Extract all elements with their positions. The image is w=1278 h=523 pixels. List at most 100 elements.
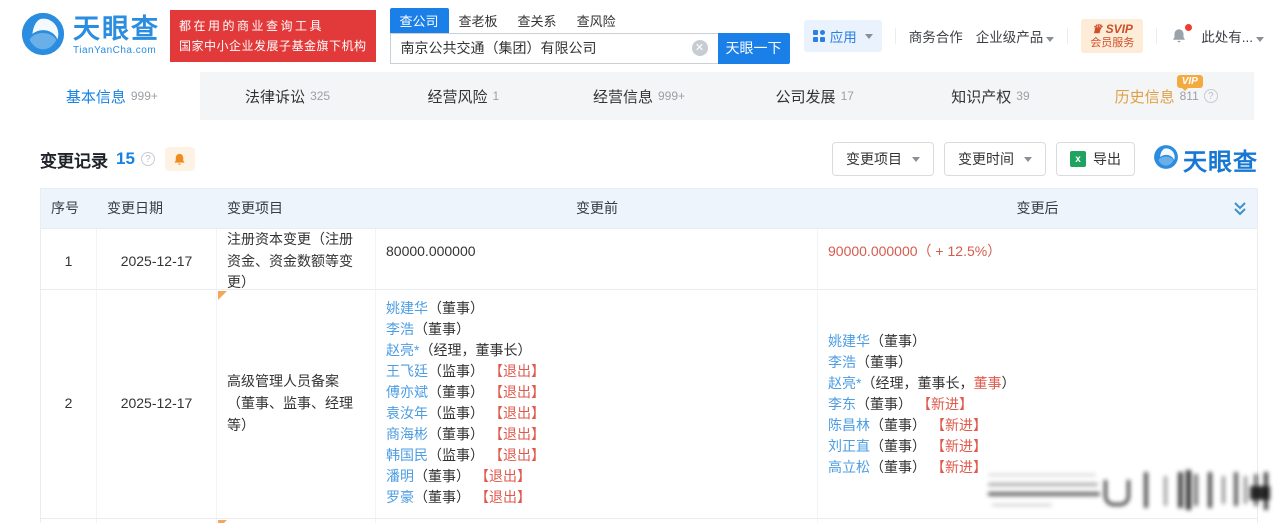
collapse-all-icon[interactable] <box>1233 201 1247 224</box>
person-name-link[interactable]: 陈昌林 <box>828 417 870 433</box>
person-entry: 陈昌林（董事） 【新进】 <box>828 415 1015 436</box>
nav-business-cooperation[interactable]: 商务合作 <box>909 26 963 46</box>
tab-label: 公司发展 <box>775 88 836 106</box>
search-tab-boss[interactable]: 查老板 <box>449 8 508 33</box>
tab-intellectual-property[interactable]: 知识产权 39 <box>903 72 1079 120</box>
tab-label: 基本信息 <box>65 88 126 106</box>
change-records-header: 变更记录 15 ? 变更项目 变更时间 x 导出 天眼查 <box>40 140 1258 178</box>
person-entry: 李浩（董事） <box>828 352 1015 373</box>
person-name-link[interactable]: 李东 <box>828 396 856 412</box>
apps-menu[interactable]: 应用 <box>803 20 882 52</box>
filter-change-time-button[interactable]: 变更时间 <box>944 142 1046 176</box>
table-row: 1 2025-12-17 注册资本变更（注册资金、资金数额等变更） 80000.… <box>41 229 1257 295</box>
row3-item <box>217 519 376 523</box>
row2-date: 2025-12-17 <box>97 290 217 518</box>
svip-member-service[interactable]: ♛ SVIP 会员服务 <box>1081 18 1144 54</box>
tab-count: 811 <box>1179 89 1199 103</box>
tab-operating-info[interactable]: 经营信息 999+ <box>551 72 727 120</box>
person-name-link[interactable]: 潘明 <box>386 468 414 484</box>
filter-change-time-label: 变更时间 <box>958 151 1014 167</box>
tianyancha-logo[interactable]: 天眼查 TianYanCha.com <box>20 11 160 62</box>
person-entry: 罗豪（董事） 【退出】 <box>386 487 545 508</box>
svip-label: ♛ SVIP <box>1091 21 1133 36</box>
change-records-table: 序号 变更日期 变更项目 变更前 变更后 1 2025-12-17 注册资本变更… <box>40 188 1258 523</box>
tab-label: 法律诉讼 <box>245 88 306 106</box>
person-name-link[interactable]: 韩国民 <box>386 447 428 463</box>
help-icon[interactable]: ? <box>1203 89 1218 103</box>
brand-domain: TianYanCha.com <box>73 45 157 56</box>
chevron-down-icon <box>912 156 920 162</box>
search-tab-relation[interactable]: 查关系 <box>508 8 567 33</box>
person-role: （董事） <box>428 426 484 442</box>
person-entry: 王飞廷（监事） 【退出】 <box>386 361 545 382</box>
person-role: （监事） <box>428 363 484 379</box>
user-menu[interactable]: 此处有... <box>1201 26 1264 46</box>
person-status-tag: 【退出】 <box>496 426 545 442</box>
person-name-link[interactable]: 李浩 <box>828 354 856 370</box>
tianyancha-logo-icon <box>20 11 66 62</box>
person-entry: 傅亦斌（董事） 【退出】 <box>386 382 545 403</box>
vip-badge: VIP <box>1176 75 1203 91</box>
tab-history-info[interactable]: 历史信息 811? VIP <box>1078 72 1254 120</box>
brand-name: 天眼查 <box>73 14 160 44</box>
tab-label: 知识产权 <box>951 88 1012 106</box>
person-name-link[interactable]: 商海彬 <box>386 426 428 442</box>
person-name-link[interactable]: 李浩 <box>386 321 414 337</box>
search-tab-risk[interactable]: 查风险 <box>567 8 626 33</box>
person-entry: 高立松（董事） 【新进】 <box>828 457 1015 478</box>
row1-after-value: 90000.000000（ + 12.5%） <box>828 243 1002 259</box>
tab-company-development[interactable]: 公司发展 17 <box>727 72 903 120</box>
person-name-link[interactable]: 王飞廷 <box>386 363 428 379</box>
export-button[interactable]: x 导出 <box>1056 142 1135 176</box>
person-name-link[interactable]: 袁汝年 <box>386 405 428 421</box>
divider <box>1156 28 1158 44</box>
user-menu-label: 此处有... <box>1201 30 1253 45</box>
top-header: 天眼查 TianYanCha.com 都在用的商业查询工具 国家中小企业发展子基… <box>0 0 1278 72</box>
chevron-down-icon <box>1046 37 1055 42</box>
person-role: （董事） <box>428 384 484 400</box>
tab-operating-risk[interactable]: 经营风险 1 <box>375 72 551 120</box>
tab-legal-litigation[interactable]: 法律诉讼 325 <box>200 72 376 120</box>
clear-icon[interactable]: ✕ <box>691 39 708 56</box>
person-name-link[interactable]: 姚建华 <box>828 333 870 349</box>
table-row: 2 2025-12-17 高级管理人员备案（董事、监事、经理等） 姚建华（董事）… <box>41 290 1257 519</box>
person-role: （董事） <box>414 468 470 484</box>
tab-label: 经营信息 <box>592 88 653 106</box>
tianyancha-page: 天眼查 TianYanCha.com 都在用的商业查询工具 国家中小企业发展子基… <box>0 0 1278 523</box>
person-name-link[interactable]: 姚建华 <box>386 300 428 316</box>
person-name-link[interactable]: 傅亦斌 <box>386 384 428 400</box>
person-role: （经理，董事长） <box>419 342 532 358</box>
subscribe-bell-button[interactable] <box>164 147 195 171</box>
help-icon[interactable]: ? <box>140 152 155 166</box>
search-button[interactable]: 天眼一下 <box>717 32 790 64</box>
person-name-link[interactable]: 赵亮* <box>828 375 861 391</box>
tab-label: 历史信息 <box>1114 88 1175 106</box>
nav-enterprise-products[interactable]: 企业级产品 <box>976 26 1055 46</box>
search-area: 查公司查老板查关系查风险 ✕ 天眼一下 <box>389 7 790 64</box>
header-after-label: 变更后 <box>1016 199 1059 216</box>
promo-line2: 国家中小企业发展子基金旗下机构 <box>179 39 367 53</box>
chevron-down-icon <box>1256 37 1264 42</box>
person-name-link[interactable]: 罗豪 <box>386 489 414 505</box>
person-role: （董事） <box>870 416 926 433</box>
search-input[interactable] <box>389 32 718 64</box>
header-no: 序号 <box>51 199 79 216</box>
tab-count: 999+ <box>658 89 686 103</box>
notifications-bell-icon[interactable] <box>1170 24 1193 45</box>
person-status-tag: 【退出】 <box>496 405 545 421</box>
tab-basic-info[interactable]: 基本信息 999+ <box>24 72 200 120</box>
person-name-link[interactable]: 赵亮* <box>386 342 419 358</box>
row2-no: 2 <box>41 290 97 518</box>
person-status-tag: 【新进】 <box>938 437 987 454</box>
filter-change-item-button[interactable]: 变更项目 <box>832 142 934 176</box>
person-name-link[interactable]: 刘正直 <box>828 438 870 454</box>
person-entry: 赵亮*（经理，董事长，董事） <box>828 373 1015 394</box>
promo-banner: 都在用的商业查询工具 国家中小企业发展子基金旗下机构 <box>170 9 376 63</box>
person-name-link[interactable]: 高立松 <box>828 459 870 475</box>
watermark-brand-text: 天眼查 <box>1183 148 1258 176</box>
search-tab-company[interactable]: 查公司 <box>389 7 449 33</box>
tab-count: 39 <box>1016 89 1030 103</box>
company-tabbar: 基本信息 999+ 法律诉讼 325 经营风险 1 经营信息 999+ 公司发展 17 知识产权 39… <box>0 72 1278 120</box>
person-status-tag: 【新进】 <box>938 458 987 475</box>
person-entry: 韩国民（监事） 【退出】 <box>386 445 545 466</box>
